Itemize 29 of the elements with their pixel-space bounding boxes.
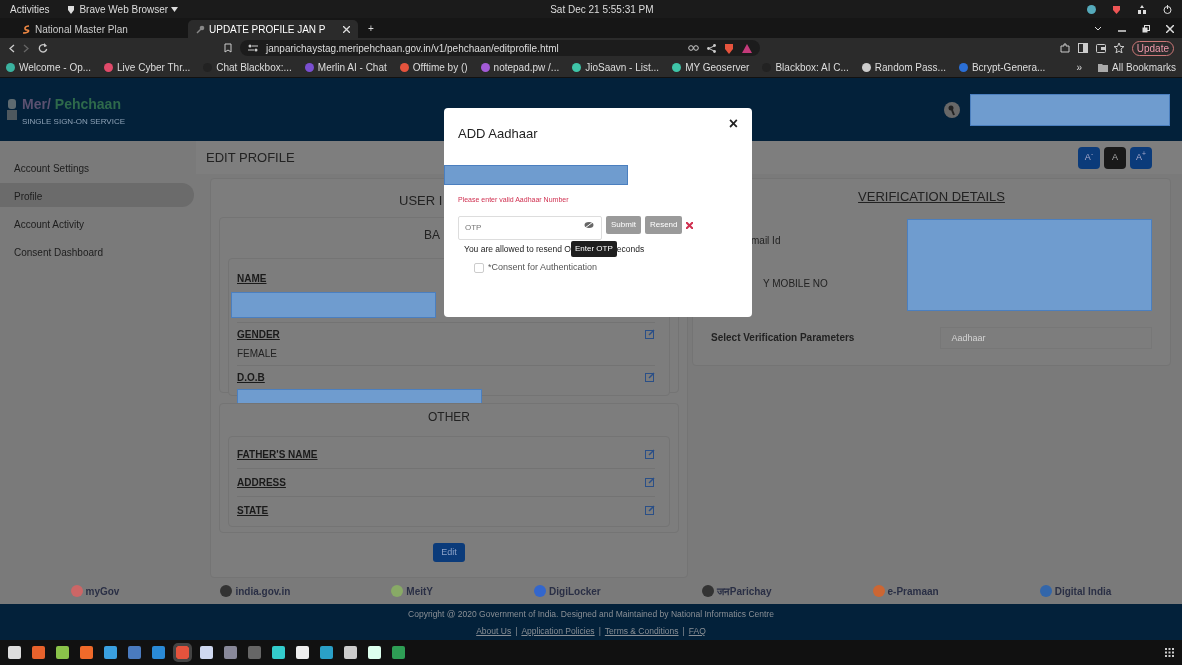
tab-title: UPDATE PROFILE JAN P <box>209 22 326 37</box>
tooltip: Enter OTP <box>570 241 617 257</box>
separator: | <box>598 624 601 638</box>
separator: | <box>515 624 518 638</box>
logo-text: Mer/ <box>22 95 51 112</box>
resend-note: econds <box>616 242 645 256</box>
panel-heading: USER I <box>399 192 443 210</box>
field-label: STATE <box>237 503 269 518</box>
panel-heading: VERIFICATION DETAILS <box>858 188 1005 206</box>
field-label: FATHER'S NAME <box>237 447 318 462</box>
modal-title: ADD Aadhaar <box>458 125 539 143</box>
field-value: FEMALE <box>237 346 278 361</box>
field-label: mail Id <box>751 233 782 248</box>
resend-note: You are allowed to resend O <box>464 242 571 256</box>
copyright-text: Copyright @ 2020 Government of India. Designed and Maintained by National Informatics Centre <box>407 608 775 621</box>
field-label: GENDER <box>237 327 280 342</box>
checkbox-label: *Consent for Authentication <box>488 261 598 274</box>
section-heading: OTHER <box>428 408 470 426</box>
field-label: ADDRESS <box>237 475 286 490</box>
tab-title: National Master Plan <box>35 22 128 37</box>
page-title: EDIT PROFILE <box>206 148 295 167</box>
logo-text: Pehchaan <box>54 95 121 112</box>
field-label: Y MOBILE NO <box>762 276 829 291</box>
section-heading: BA <box>424 226 440 244</box>
logo-subtitle: SINGLE SIGN-ON SERVICE <box>22 115 125 128</box>
field-label: D.O.B <box>237 370 265 385</box>
separator: | <box>682 624 685 638</box>
field-label: Select Verification Parameters <box>711 331 856 345</box>
field-label: NAME <box>237 271 267 286</box>
